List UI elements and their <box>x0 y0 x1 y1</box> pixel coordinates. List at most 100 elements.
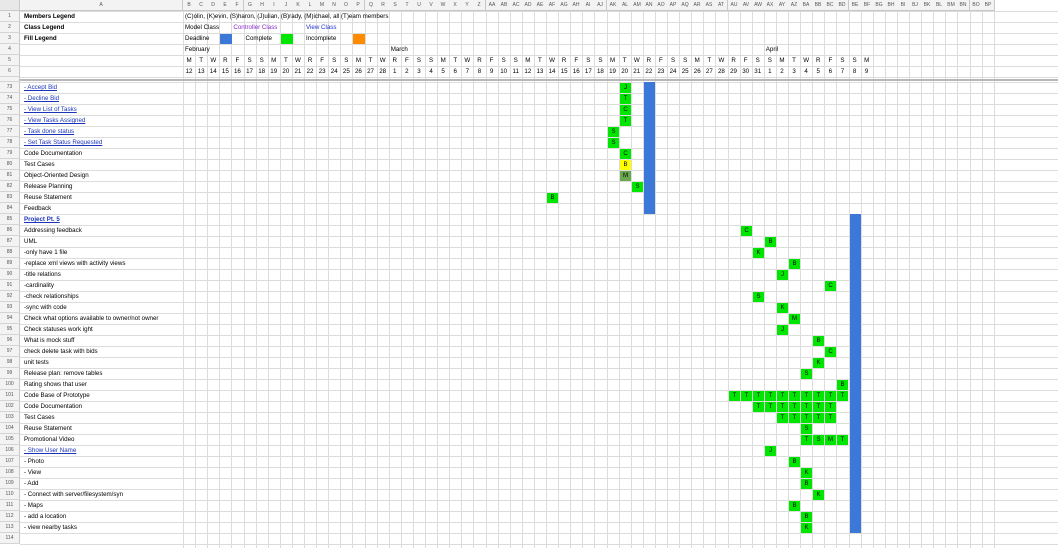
task-label[interactable]: - Show User Name <box>24 447 76 454</box>
assignment-cell[interactable]: T <box>813 391 824 401</box>
assignment-cell[interactable]: T <box>825 413 836 423</box>
row-header[interactable]: 111 <box>0 500 20 511</box>
row-header[interactable]: 1 <box>0 11 20 22</box>
assignment-cell[interactable]: C <box>620 149 631 159</box>
row-header[interactable]: 103 <box>0 412 20 423</box>
assignment-cell[interactable]: J <box>777 270 788 280</box>
row-header[interactable]: 76 <box>0 115 20 126</box>
assignment-cell[interactable]: B <box>801 479 812 489</box>
row-header[interactable]: 107 <box>0 456 20 467</box>
row-header[interactable]: 105 <box>0 434 20 445</box>
row-header[interactable]: 99 <box>0 368 20 379</box>
assignment-cell[interactable]: C <box>741 226 752 236</box>
row-header[interactable]: 82 <box>0 181 20 192</box>
assignment-cell[interactable]: T <box>801 435 812 445</box>
assignment-cell[interactable]: C <box>825 281 836 291</box>
spreadsheet[interactable]: JTCTSSCBMSBCBKBJCSKMJBCKSBTTTTTTTTTTTTTT… <box>0 0 1058 548</box>
assignment-cell[interactable]: B <box>813 336 824 346</box>
task-label[interactable]: - Task done status <box>24 128 74 135</box>
row-header[interactable]: 85 <box>0 214 20 225</box>
row-header[interactable]: 84 <box>0 203 20 214</box>
assignment-cell[interactable]: S <box>801 369 812 379</box>
assignment-cell[interactable]: S <box>608 138 619 148</box>
row-header[interactable]: 89 <box>0 258 20 269</box>
assignment-cell[interactable]: S <box>608 127 619 137</box>
assignment-cell[interactable]: T <box>813 413 824 423</box>
task-label[interactable]: - View List of Tasks <box>24 106 77 113</box>
assignment-cell[interactable]: J <box>765 446 776 456</box>
assignment-cell[interactable]: T <box>765 391 776 401</box>
task-label[interactable]: - Accept Bid <box>24 84 57 91</box>
assignment-cell[interactable]: B <box>547 193 558 203</box>
assignment-cell[interactable]: K <box>801 523 812 533</box>
task-label[interactable]: - View Tasks Assigned <box>24 117 85 124</box>
assignment-cell[interactable]: M <box>825 435 836 445</box>
assignment-cell[interactable]: J <box>777 325 788 335</box>
assignment-cell[interactable]: B <box>620 160 631 170</box>
row-header[interactable]: 102 <box>0 401 20 412</box>
assignment-cell[interactable]: B <box>789 259 800 269</box>
column-header[interactable]: F <box>231 0 244 11</box>
row-header[interactable]: 94 <box>0 313 20 324</box>
assignment-cell[interactable]: K <box>777 303 788 313</box>
row-header[interactable]: 90 <box>0 269 20 280</box>
assignment-cell[interactable]: C <box>825 347 836 357</box>
row-header[interactable]: 91 <box>0 280 20 291</box>
assignment-cell[interactable]: T <box>825 391 836 401</box>
assignment-cell[interactable]: T <box>729 391 740 401</box>
row-header[interactable]: 2 <box>0 22 20 33</box>
select-all-corner[interactable] <box>0 0 20 11</box>
row-header[interactable]: 114 <box>0 533 20 544</box>
row-header[interactable]: 3 <box>0 33 20 44</box>
assignment-cell[interactable]: B <box>789 457 800 467</box>
row-header[interactable]: 87 <box>0 236 20 247</box>
row-header[interactable]: 86 <box>0 225 20 236</box>
assignment-cell[interactable]: T <box>620 94 631 104</box>
assignment-cell[interactable]: C <box>620 105 631 115</box>
assignment-cell[interactable]: B <box>765 237 776 247</box>
task-label[interactable]: Project Pt. 5 <box>24 216 60 223</box>
assignment-cell[interactable]: T <box>837 435 848 445</box>
column-header[interactable]: A <box>20 0 183 11</box>
row-header[interactable]: 79 <box>0 148 20 159</box>
row-header[interactable]: 78 <box>0 137 20 148</box>
assignment-cell[interactable]: K <box>813 358 824 368</box>
assignment-cell[interactable]: B <box>789 501 800 511</box>
column-header[interactable]: BN <box>957 0 970 11</box>
task-label[interactable]: - Set Task Status Requested <box>24 139 102 146</box>
assignment-cell[interactable]: B <box>801 512 812 522</box>
assignment-cell[interactable]: T <box>801 413 812 423</box>
column-header[interactable]: BP <box>982 0 995 11</box>
row-header[interactable]: 109 <box>0 478 20 489</box>
assignment-cell[interactable]: S <box>801 424 812 434</box>
column-header[interactable]: BD <box>836 0 849 11</box>
row-header[interactable]: 88 <box>0 247 20 258</box>
assignment-cell[interactable]: T <box>777 413 788 423</box>
assignment-cell[interactable]: T <box>789 413 800 423</box>
row-header[interactable]: 112 <box>0 511 20 522</box>
assignment-cell[interactable]: T <box>741 391 752 401</box>
task-label[interactable]: - Decline Bid <box>24 95 59 102</box>
row-header[interactable]: 83 <box>0 192 20 203</box>
assignment-cell[interactable]: T <box>777 402 788 412</box>
assignment-cell[interactable]: T <box>620 116 631 126</box>
assignment-cell[interactable]: T <box>777 391 788 401</box>
row-header[interactable]: 80 <box>0 159 20 170</box>
assignment-cell[interactable]: T <box>765 402 776 412</box>
row-header[interactable]: 96 <box>0 335 20 346</box>
assignment-cell[interactable]: T <box>789 391 800 401</box>
assignment-cell[interactable]: T <box>789 402 800 412</box>
assignment-cell[interactable]: S <box>813 435 824 445</box>
row-header[interactable]: 81 <box>0 170 20 181</box>
assignment-cell[interactable]: K <box>801 468 812 478</box>
row-header[interactable]: 113 <box>0 522 20 533</box>
row-header[interactable]: 77 <box>0 126 20 137</box>
row-header[interactable]: 75 <box>0 104 20 115</box>
row-header[interactable]: 106 <box>0 445 20 456</box>
column-header[interactable]: AT <box>715 0 728 11</box>
assignment-cell[interactable]: S <box>632 182 643 192</box>
row-header[interactable]: 108 <box>0 467 20 478</box>
assignment-cell[interactable]: J <box>620 83 631 93</box>
row-header[interactable]: 4 <box>0 44 20 55</box>
row-header[interactable]: 100 <box>0 379 20 390</box>
